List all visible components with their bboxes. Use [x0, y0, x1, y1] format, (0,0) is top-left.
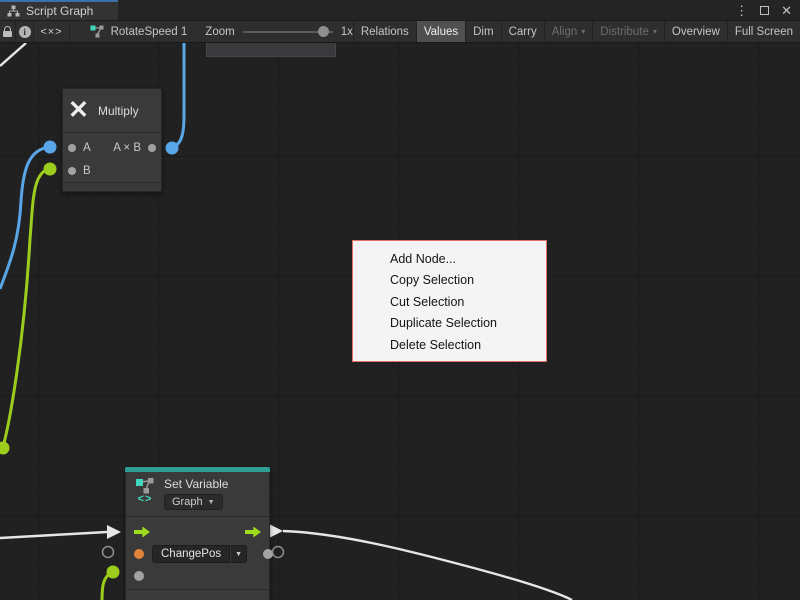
output-port[interactable]: [148, 144, 156, 152]
context-menu: Add Node... Copy Selection Cut Selection…: [352, 240, 547, 362]
zoom-control: Zoom 1x: [205, 21, 353, 42]
graph-breadcrumb[interactable]: RotateSpeed 1: [84, 21, 194, 42]
info-icon: i: [19, 26, 31, 38]
multiply-icon: ✕: [68, 98, 89, 123]
menu-item-duplicate-selection[interactable]: Duplicate Selection: [353, 313, 546, 335]
code-icon: <×>: [40, 26, 62, 38]
distribute-button[interactable]: Distribute ▾: [592, 21, 664, 42]
wire-white-into-setvar[interactable]: [0, 532, 107, 538]
relations-button[interactable]: Relations: [353, 21, 416, 42]
menu-item-cut-selection[interactable]: Cut Selection: [353, 291, 546, 313]
wire-blue-output[interactable]: [172, 43, 184, 148]
multiply-title: Multiply: [98, 104, 139, 118]
input-port-b[interactable]: [68, 167, 76, 175]
variable-scope-dropdown[interactable]: Graph ▼: [164, 494, 223, 510]
input-port-a[interactable]: [68, 144, 76, 152]
edit-graph-button[interactable]: <×>: [34, 21, 69, 42]
wire-green-input[interactable]: [3, 169, 50, 447]
variable-name: ChangePos: [152, 545, 230, 563]
chevron-down-icon: ▼: [208, 499, 215, 506]
full-screen-button[interactable]: Full Screen: [727, 21, 800, 42]
variable-input-port[interactable]: [134, 549, 144, 559]
set-variable-header: <> Set Variable Graph ▼: [126, 472, 269, 516]
port-ring-left[interactable]: [103, 547, 114, 558]
set-variable-title: Set Variable: [164, 477, 228, 491]
port-row-a: A A × B: [63, 136, 161, 159]
tab-bar: Script Graph ⋮ ✕: [0, 0, 800, 20]
set-variable-ports: ChangePos ▼: [126, 516, 269, 587]
graph-toolbar: i <×> RotateSpeed 1 Zoom 1x Relations Va…: [0, 20, 800, 43]
maximize-icon[interactable]: [760, 6, 769, 15]
menu-item-add-node[interactable]: Add Node...: [353, 248, 546, 270]
set-variable-node[interactable]: <> Set Variable Graph ▼ ChangePos ▼: [125, 467, 270, 600]
chevron-down-icon: ▼: [230, 545, 247, 563]
code-brackets-icon: <>: [138, 494, 153, 505]
output-label: A × B: [113, 142, 141, 154]
control-output-port[interactable]: [245, 527, 261, 538]
script-graph-icon: [90, 25, 105, 38]
wire-white-out-setvar[interactable]: [283, 531, 572, 600]
port-label-a: A: [83, 142, 91, 154]
graph-canvas[interactable]: ✕ Multiply A A × B B: [0, 43, 800, 600]
window-menu-icon[interactable]: ⋮: [735, 4, 748, 17]
wire-endpoint-blue: [44, 141, 57, 154]
control-input-port[interactable]: [134, 527, 150, 538]
arrowhead-into-setvar: [107, 525, 121, 539]
menu-item-copy-selection[interactable]: Copy Selection: [353, 270, 546, 292]
port-row-b: B: [63, 159, 161, 182]
multiply-ports: A A × B B: [63, 132, 161, 182]
zoom-label: Zoom: [205, 26, 234, 38]
value-input-port[interactable]: [134, 571, 144, 581]
multiply-header: ✕ Multiply: [63, 89, 161, 132]
overview-button[interactable]: Overview: [664, 21, 727, 42]
set-variable-footer: [126, 589, 269, 600]
wire-endpoint-blue: [166, 142, 179, 155]
graph-reference-label: RotateSpeed 1: [111, 26, 188, 38]
variable-name-dropdown[interactable]: ChangePos ▼: [152, 545, 247, 563]
wire-endpoint-green: [44, 163, 57, 176]
window-controls: ⋮ ✕: [735, 0, 792, 20]
wire-endpoint-green: [0, 442, 10, 455]
align-button[interactable]: Align ▾: [544, 21, 593, 42]
dim-button[interactable]: Dim: [465, 21, 500, 42]
chevron-down-icon: ▾: [581, 28, 585, 36]
variable-row: ChangePos ▼: [126, 543, 269, 565]
values-button[interactable]: Values: [416, 21, 465, 42]
zoom-slider[interactable]: [243, 31, 333, 33]
carry-button[interactable]: Carry: [501, 21, 544, 42]
menu-item-delete-selection[interactable]: Delete Selection: [353, 334, 546, 356]
lock-button[interactable]: [0, 21, 16, 42]
control-flow-row: [126, 521, 269, 543]
wire-endpoint-green: [107, 566, 120, 579]
graph-icon: [7, 5, 20, 17]
tab-title: Script Graph: [26, 4, 93, 18]
wire-white-topleft[interactable]: [0, 43, 26, 66]
set-variable-icon: [135, 477, 155, 494]
wire-blue-input[interactable]: [0, 147, 50, 289]
port-label-b: B: [83, 165, 91, 177]
toolbar-right-group: Relations Values Dim Carry Align ▾ Distr…: [353, 21, 800, 42]
port-ring-right[interactable]: [273, 547, 284, 558]
panel-fragment: [206, 43, 336, 57]
close-icon[interactable]: ✕: [781, 4, 792, 17]
chevron-down-icon: ▾: [653, 28, 657, 36]
arrowhead-out-setvar: [269, 524, 283, 538]
multiply-footer: [63, 182, 161, 191]
info-button[interactable]: i: [16, 21, 34, 42]
zoom-slider-handle[interactable]: [318, 26, 329, 37]
multiply-node[interactable]: ✕ Multiply A A × B B: [62, 88, 162, 192]
tab-script-graph[interactable]: Script Graph: [0, 0, 118, 20]
value-row: [126, 565, 269, 587]
zoom-value: 1x: [341, 26, 353, 38]
